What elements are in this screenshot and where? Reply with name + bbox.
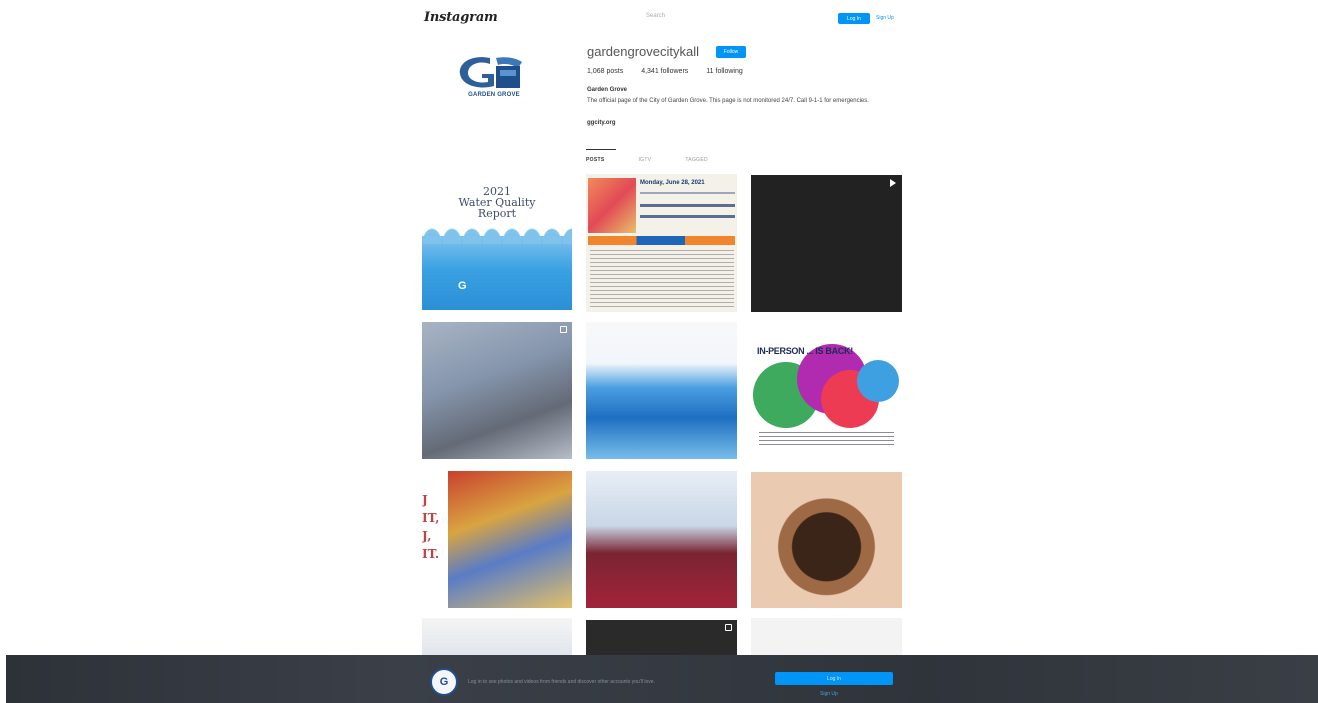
newsletter-header: Monday, June 28, 2021 (640, 180, 735, 218)
banner-login-button[interactable]: Log In (775, 672, 893, 685)
market-photo (448, 471, 572, 608)
post-video[interactable] (751, 175, 902, 312)
post-donuts[interactable] (751, 472, 902, 608)
tab-igtv[interactable]: IGTV (638, 157, 651, 163)
bio-name: Garden Grove (587, 87, 628, 93)
post-title: 2021 Water Quality Report (458, 185, 536, 220)
banner-text: Log in to see photos and videos from fri… (468, 679, 655, 685)
profile-stats: 1,068 posts 4,341 followers 11 following (587, 68, 743, 75)
instagram-profile-page: Instagram Search Log In Sign Up GARDEN G… (0, 0, 1318, 703)
newsletter-text-columns (590, 250, 734, 308)
post-newsletter[interactable]: Monday, June 28, 2021 (586, 174, 737, 312)
bio-link[interactable]: ggcity.org (587, 120, 616, 126)
video-play-icon (890, 179, 896, 187)
tab-tagged[interactable]: TAGGED (685, 157, 708, 163)
post-dark-video[interactable] (586, 620, 737, 660)
post-water-quality-report[interactable]: 2021 Water Quality Report G (422, 176, 572, 310)
login-prompt-banner (6, 655, 1318, 703)
water-wave-graphic (422, 228, 572, 310)
post-watercolor-painting[interactable] (422, 322, 572, 459)
search-input[interactable]: Search (646, 13, 665, 19)
instagram-logo[interactable]: Instagram (424, 10, 498, 25)
profile-username: gardengrovecitykall (587, 44, 700, 59)
post-in-person-is-back[interactable]: IN-PERSON ... IS BACK! (751, 322, 902, 459)
followers-count[interactable]: 4,341 followers (641, 68, 688, 75)
post-street-scene[interactable] (422, 618, 572, 658)
post-light-graphic[interactable] (751, 618, 902, 658)
bio-text: The official page of the City of Garden … (587, 98, 869, 104)
post-crowd-event[interactable] (586, 471, 737, 608)
top-nav: Instagram Search Log In Sign Up (420, 8, 906, 30)
banner-avatar: G (430, 668, 458, 696)
post-heading: IN-PERSON ... IS BACK! (757, 346, 853, 356)
signup-link[interactable]: Sign Up (876, 15, 894, 21)
post-side-text: J IT, J, IT. (422, 493, 440, 561)
newsletter-color-bar (588, 236, 735, 245)
g-logo-icon: G (458, 280, 467, 292)
garden-grove-logo-icon (459, 57, 522, 88)
carousel-icon (560, 326, 567, 333)
tab-posts[interactable]: POSTS (586, 157, 604, 163)
avatar-caption: GARDEN GROVE (468, 92, 520, 98)
banner-signup-link[interactable]: Sign Up (820, 691, 838, 697)
newsletter-photo (588, 178, 636, 233)
follow-button[interactable]: Follow (716, 46, 746, 58)
post-blue-mountains-art[interactable] (586, 322, 737, 459)
carousel-icon (725, 624, 732, 631)
profile-tabs: POSTS IGTV TAGGED (586, 157, 746, 163)
posts-count: 1,068 posts (587, 68, 624, 75)
login-button[interactable]: Log In (838, 13, 870, 24)
post-market-stall[interactable]: J IT, J, IT. (422, 471, 572, 608)
following-count[interactable]: 11 following (706, 68, 742, 75)
active-tab-indicator (586, 149, 616, 150)
avatar: GARDEN GROVE (450, 52, 538, 112)
